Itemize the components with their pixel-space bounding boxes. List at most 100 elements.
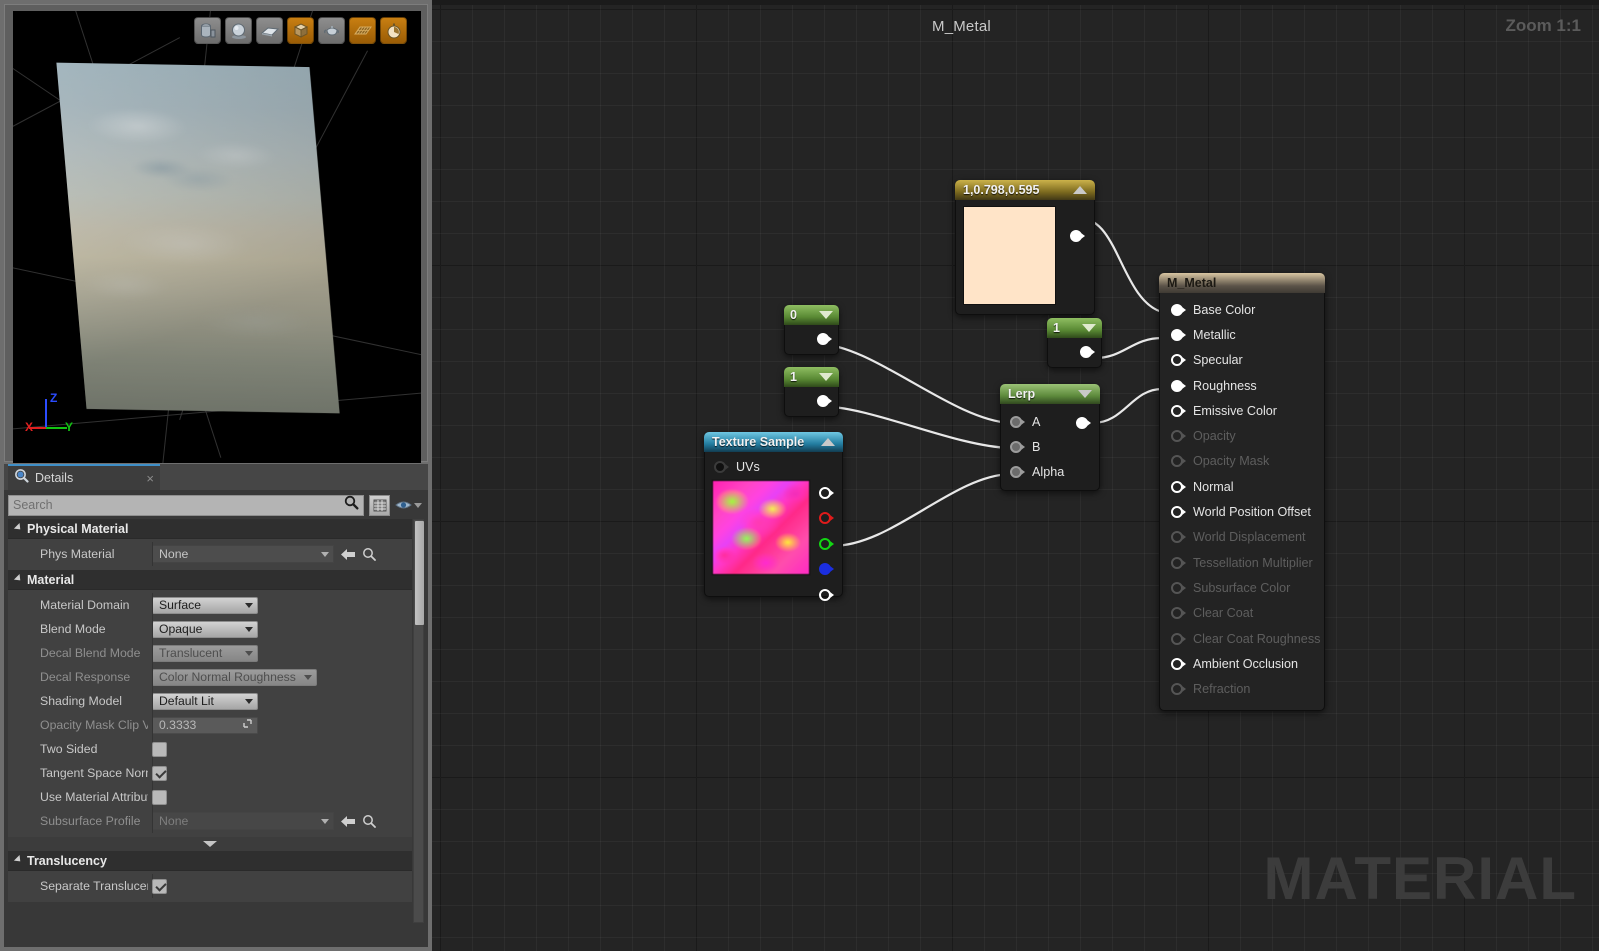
grid-view-toggle[interactable] [369,494,390,516]
material-pin-opacity[interactable]: Opacity [1160,423,1324,448]
pin-icon[interactable] [1171,328,1186,341]
node-lerp-input-alpha[interactable]: Alpha [1001,459,1099,484]
material-pin-world-displacement[interactable]: World Displacement [1160,525,1324,550]
dropdown-decal-blend-mode[interactable]: Translucent [152,644,258,662]
preview-realtime-icon[interactable] [380,17,407,44]
pin-rgb[interactable] [819,480,834,506]
node-constant-1a-output-pin[interactable] [817,395,832,407]
preview-plane-icon[interactable] [256,17,283,44]
material-pin-clear-coat-roughness[interactable]: Clear Coat Roughness [1160,626,1324,651]
pin-icon[interactable] [1171,581,1186,594]
material-pin-refraction[interactable]: Refraction [1160,676,1324,701]
category-header[interactable]: Physical Material [8,519,412,539]
close-icon[interactable]: × [146,471,154,486]
dropdown-shading-model[interactable]: Default Lit [152,692,258,710]
use-selected-asset-icon[interactable] [340,548,356,561]
pin-icon[interactable] [1171,632,1186,645]
dropdown-blend-mode[interactable]: Opaque [152,620,258,638]
node-constant-1a[interactable]: 1 [784,367,839,417]
browse-asset-icon[interactable] [362,814,377,828]
search-field[interactable] [8,494,364,516]
pin-a[interactable] [819,582,834,608]
color-swatch[interactable] [963,206,1056,305]
node-texture-sample-header[interactable]: Texture Sample [704,432,843,452]
chevron-up-icon[interactable] [821,438,835,446]
pin-icon[interactable] [1171,607,1186,620]
material-pin-normal[interactable]: Normal [1160,474,1324,499]
asset-picker-phys-material[interactable]: None [152,545,334,563]
use-selected-asset-icon[interactable] [340,815,356,828]
dropdown-decal-response[interactable]: Color Normal Roughness [152,668,317,686]
material-pin-subsurface-color[interactable]: Subsurface Color [1160,575,1324,600]
checkbox-use-material-attribute[interactable] [152,789,167,805]
pin-icon[interactable] [1171,379,1186,392]
dropdown-material-domain[interactable]: Surface [152,596,258,614]
chevron-down-icon[interactable] [1078,390,1092,398]
checkbox-two-sided[interactable] [152,741,167,757]
chevron-down-icon[interactable] [819,311,833,319]
chevron-down-icon[interactable] [819,373,833,381]
pin-icon[interactable] [1171,531,1186,544]
texture-thumbnail[interactable] [712,480,810,575]
node-constant3[interactable]: 1,0.798,0.595 [955,180,1095,315]
pin-icon[interactable] [1171,657,1186,670]
node-constant-0[interactable]: 0 [784,305,839,355]
number-input-opacity-mask-clip-value[interactable]: 0.3333 [152,716,258,734]
node-constant-1b-output-pin[interactable] [1080,346,1095,358]
preview-cylinder-icon[interactable] [194,17,221,44]
pin-icon[interactable] [1171,303,1186,316]
details-scrollbar[interactable] [413,519,424,923]
view-options-button[interactable] [395,499,424,511]
material-pin-tessellation-multiplier[interactable]: Tessellation Multiplier [1160,550,1324,575]
pin-icon[interactable] [1171,430,1186,443]
pin-icon[interactable] [1171,506,1186,519]
node-lerp-header[interactable]: Lerp [1000,384,1100,404]
show-advanced-toggle[interactable] [8,837,412,851]
pin-b-icon[interactable] [1010,440,1025,453]
pin-icon[interactable] [1171,556,1186,569]
reset-arrow-icon[interactable] [242,718,253,732]
node-constant3-output-pin[interactable] [1070,230,1085,242]
category-header[interactable]: Translucency [8,851,412,871]
preview-sphere-icon[interactable] [225,17,252,44]
pin-a-icon[interactable] [1010,415,1025,428]
pin-alpha-icon[interactable] [1010,465,1025,478]
node-constant3-header[interactable]: 1,0.798,0.595 [955,180,1095,200]
material-graph-canvas[interactable]: M_Metal Zoom 1:1 MATERIAL 1,0.798,0.595 … [432,0,1599,951]
pin-icon[interactable] [1171,354,1186,367]
details-scrollbar-thumb[interactable] [415,521,424,625]
material-pin-specular[interactable]: Specular [1160,348,1324,373]
node-constant-1a-header[interactable]: 1 [784,367,839,387]
node-constant-1b[interactable]: 1 [1047,318,1102,368]
preview-teapot-icon[interactable] [318,17,345,44]
node-constant-0-output-pin[interactable] [817,333,832,345]
preview-viewport[interactable]: Z Y X [13,11,421,463]
node-constant-1b-header[interactable]: 1 [1047,318,1102,338]
checkbox-separate-translucenc[interactable] [152,878,167,894]
pin-icon[interactable] [1171,455,1186,468]
material-pin-clear-coat[interactable]: Clear Coat [1160,601,1324,626]
node-material-output-header[interactable]: M_Metal [1159,273,1325,293]
material-pin-roughness[interactable]: Roughness [1160,373,1324,398]
asset-picker-subsurface-profile[interactable]: None [152,812,334,830]
node-texture-sample[interactable]: Texture Sample UVs [704,432,843,601]
search-input[interactable] [13,498,344,512]
material-pin-base-color[interactable]: Base Color [1160,297,1324,322]
material-pin-opacity-mask[interactable]: Opacity Mask [1160,449,1324,474]
browse-asset-icon[interactable] [362,547,377,561]
pin-b[interactable] [819,557,834,583]
node-lerp-input-b[interactable]: B [1001,434,1099,459]
node-texture-sample-input-uvs[interactable]: UVs [705,456,842,478]
pin-icon[interactable] [1171,480,1186,493]
preview-cube-icon[interactable] [287,17,314,44]
node-lerp-output-pin[interactable] [1076,417,1091,429]
material-pin-world-position-offset[interactable]: World Position Offset [1160,499,1324,524]
node-material-output[interactable]: M_Metal Base Color Metallic Specular Roughn… [1159,273,1325,711]
checkbox-tangent-space-norma[interactable] [152,765,167,781]
material-pin-emissive-color[interactable]: Emissive Color [1160,398,1324,423]
tab-details[interactable]: Details × [8,464,160,490]
pin-icon[interactable] [1171,404,1186,417]
pin-r[interactable] [819,506,834,532]
node-lerp[interactable]: Lerp A B Alpha [1000,384,1100,491]
preview-grid-icon[interactable] [349,17,376,44]
